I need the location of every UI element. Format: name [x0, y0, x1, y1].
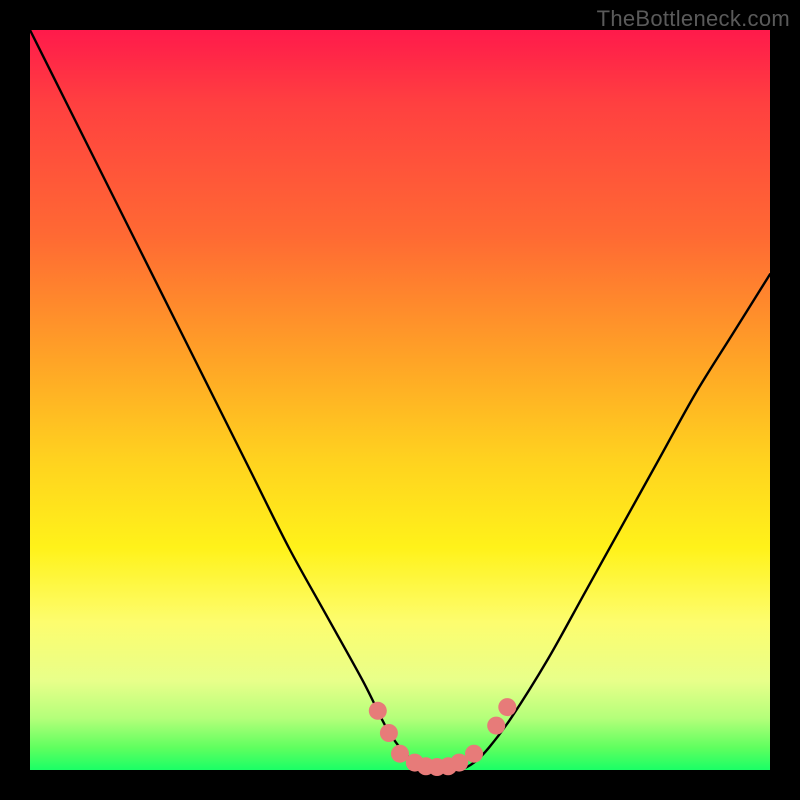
- marker-point: [380, 724, 398, 742]
- bottleneck-curve: [30, 30, 770, 771]
- curve-svg: [30, 30, 770, 770]
- highlighted-points: [369, 698, 517, 776]
- marker-point: [369, 702, 387, 720]
- chart-frame: TheBottleneck.com: [0, 0, 800, 800]
- marker-point: [465, 745, 483, 763]
- attribution-label: TheBottleneck.com: [597, 6, 790, 32]
- marker-point: [498, 698, 516, 716]
- plot-area: [30, 30, 770, 770]
- marker-point: [487, 717, 505, 735]
